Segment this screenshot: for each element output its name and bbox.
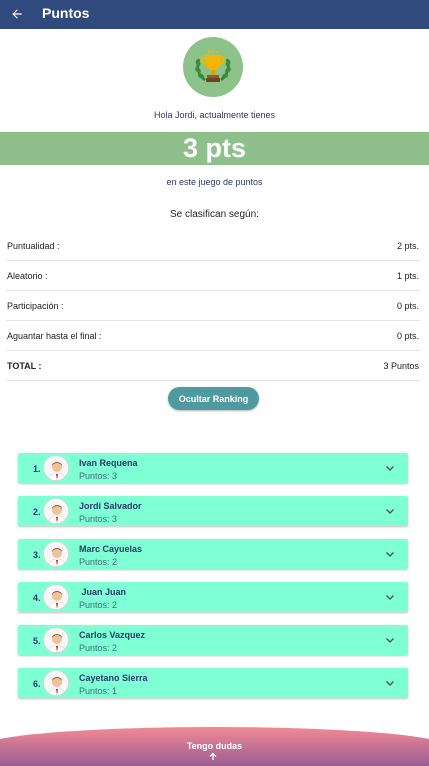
rank-name: Juan Juan: [79, 587, 127, 597]
ranking-item[interactable]: 4. Juan Juan Puntos: 2: [18, 582, 408, 612]
trophy-badge: [183, 37, 243, 97]
chevron-down-icon: [386, 466, 394, 471]
avatar: [43, 584, 69, 610]
chevron-down-icon: [386, 681, 394, 686]
score-value: 2 pts.: [396, 240, 419, 251]
user-avatar-icon: [44, 671, 68, 695]
trophy-icon: [195, 49, 231, 82]
ranking-item[interactable]: 6. Cayetano Sierra Puntos: 1: [18, 668, 408, 698]
rank-points: Puntos: 1: [79, 686, 118, 696]
score-label: Participación :: [7, 300, 64, 311]
user-avatar-icon: [44, 628, 68, 652]
ranking-item[interactable]: 1. Ivan Requena Puntos: 3: [18, 453, 408, 483]
score-breakdown: Puntualidad : 2 pts. Aleatorio : 1 pts. …: [6, 231, 420, 381]
ranking-list: 1. Ivan Requena Puntos: 3 2. Jordi Salva…: [18, 453, 408, 711]
help-button[interactable]: Tengo dudas: [0, 741, 429, 751]
score-label: Aleatorio :: [7, 270, 48, 281]
score-value: 0 pts.: [396, 330, 419, 341]
user-avatar-icon: [44, 585, 68, 609]
score-label: Aguantar hasta el final :: [7, 330, 102, 341]
score-value: 0 pts.: [396, 300, 419, 311]
rank-name: Carlos Vazquez: [79, 630, 146, 640]
user-avatar-icon: [44, 542, 68, 566]
chevron-down-icon: [386, 509, 394, 514]
arrow-left-icon: [12, 9, 22, 19]
rank-points: Puntos: 2: [79, 600, 118, 610]
rank-position: 4.: [33, 593, 41, 603]
user-avatar-icon: [44, 456, 68, 480]
rank-points: Puntos: 3: [79, 514, 118, 524]
ranking-item[interactable]: 2. Jordi Salvador Puntos: 3: [18, 496, 408, 526]
page-title: Puntos: [42, 5, 90, 21]
rank-position: 2.: [33, 507, 41, 517]
total-value: 3 Puntos: [383, 360, 419, 371]
rank-name: Cayetano Sierra: [79, 673, 148, 683]
points-banner: 3 pts: [0, 132, 429, 165]
arrow-up-icon: [209, 752, 217, 760]
score-row-puntualidad: Puntualidad : 2 pts.: [6, 231, 420, 261]
chevron-down-icon: [386, 638, 394, 643]
avatar: [43, 498, 69, 524]
toggle-ranking-button[interactable]: Ocultar Ranking: [168, 387, 259, 410]
classify-heading: Se clasifican según:: [170, 209, 259, 220]
points-screen: Puntos Hola Jordi, actualmente tienes 3 …: [0, 0, 429, 766]
rank-points: Puntos: 2: [79, 643, 118, 653]
user-avatar-icon: [44, 499, 68, 523]
score-label: Puntualidad :: [7, 240, 60, 251]
greeting-text: Hola Jordi, actualmente tienes: [153, 110, 276, 120]
ranking-item[interactable]: 5. Carlos Vazquez Puntos: 2: [18, 625, 408, 655]
rank-points: Puntos: 2: [79, 557, 118, 567]
points-value: 3 pts: [182, 133, 247, 163]
rank-position: 1.: [33, 464, 41, 474]
chevron-down-icon: [386, 552, 394, 557]
score-row-total: TOTAL : 3 Puntos: [6, 351, 420, 381]
rank-name: Marc Cayuelas: [79, 544, 143, 554]
avatar: [43, 541, 69, 567]
rank-position: 3.: [33, 550, 41, 560]
rank-points: Puntos: 3: [79, 471, 118, 481]
score-value: 1 pts.: [396, 270, 419, 281]
total-label: TOTAL :: [7, 360, 42, 371]
rank-position: 5.: [33, 636, 41, 646]
ranking-item[interactable]: 3. Marc Cayuelas Puntos: 2: [18, 539, 408, 569]
avatar: [43, 627, 69, 653]
rank-position: 6.: [33, 679, 41, 689]
score-row-participacion: Participación : 0 pts.: [6, 291, 420, 321]
rank-name: Ivan Requena: [79, 458, 138, 468]
score-row-aleatorio: Aleatorio : 1 pts.: [6, 261, 420, 291]
avatar: [43, 670, 69, 696]
rank-name: Jordi Salvador: [79, 501, 142, 511]
chevron-down-icon: [386, 595, 394, 600]
app-bar: Puntos: [0, 0, 429, 29]
back-button[interactable]: [6, 3, 28, 25]
game-text: en este juego de puntos: [166, 177, 263, 187]
avatar: [43, 455, 69, 481]
score-row-aguantar: Aguantar hasta el final : 0 pts.: [6, 321, 420, 351]
